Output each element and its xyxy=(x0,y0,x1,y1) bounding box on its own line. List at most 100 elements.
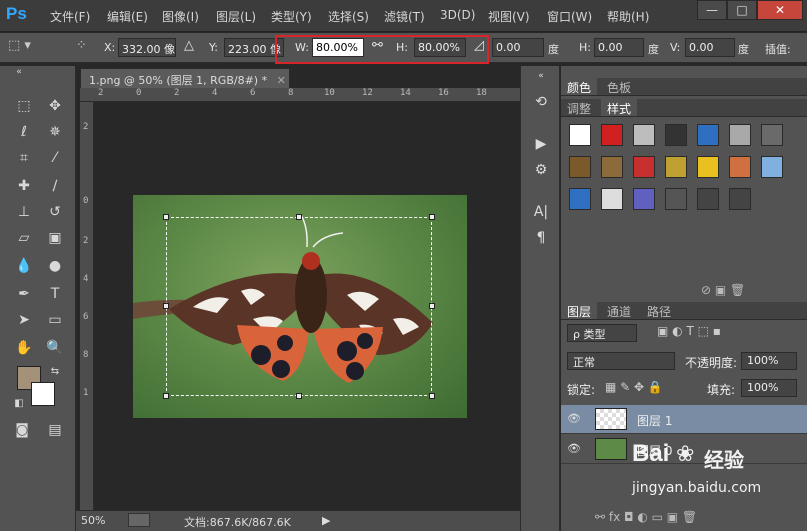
menu-type[interactable]: 类型(Y) xyxy=(271,8,312,25)
hand-tool-icon[interactable]: ✋ xyxy=(13,338,35,358)
tab-color[interactable]: 颜色 xyxy=(561,78,598,95)
fill-field[interactable]: 100% xyxy=(741,379,797,397)
lock-icons[interactable]: ▦ ✎ ✥ 🔒 xyxy=(605,380,663,394)
properties-panel-icon[interactable]: ⚙ xyxy=(531,160,551,180)
style-swatch[interactable] xyxy=(761,156,783,178)
status-arrow-icon[interactable]: ▶ xyxy=(322,514,330,527)
status-icon[interactable] xyxy=(128,513,150,527)
background-color-swatch[interactable] xyxy=(31,382,55,406)
transform-handle[interactable] xyxy=(429,303,435,309)
transform-handle[interactable] xyxy=(163,214,169,220)
tab-paths[interactable]: 路径 xyxy=(641,302,677,319)
eyedropper-tool-icon[interactable]: ⁄ xyxy=(44,148,66,168)
actions-panel-icon[interactable]: ▶ xyxy=(531,134,551,154)
style-swatch[interactable] xyxy=(665,188,687,210)
style-swatch[interactable] xyxy=(761,124,783,146)
style-swatch[interactable] xyxy=(729,188,751,210)
default-colors-icon[interactable]: ◧ xyxy=(8,394,30,414)
transform-handle[interactable] xyxy=(163,303,169,309)
vskew-field[interactable]: 0.00 xyxy=(685,38,735,57)
x-field[interactable]: 332.00 像 xyxy=(118,38,176,57)
style-swatch[interactable] xyxy=(665,124,687,146)
document-tab[interactable]: 1.png @ 50% (图层 1, RGB/8#) * ✕ xyxy=(80,68,290,88)
style-swatch[interactable] xyxy=(633,124,655,146)
visibility-eye-icon[interactable]: 👁 xyxy=(567,442,583,456)
visibility-eye-icon[interactable]: 👁 xyxy=(567,412,583,426)
tab-layers[interactable]: 图层 xyxy=(561,302,598,319)
transform-handle[interactable] xyxy=(296,214,302,220)
brush-tool-icon[interactable]: ∕ xyxy=(44,176,66,196)
restore-button[interactable]: □ xyxy=(727,0,757,20)
eraser-tool-icon[interactable]: ▱ xyxy=(13,228,35,248)
menu-window[interactable]: 窗口(W) xyxy=(547,8,592,25)
close-button[interactable]: ✕ xyxy=(757,0,803,20)
tab-swatches[interactable]: 色板 xyxy=(601,78,637,95)
minimize-button[interactable]: — xyxy=(697,0,727,20)
layer-filter-select[interactable]: ρ 类型 xyxy=(567,324,637,342)
style-swatch[interactable] xyxy=(601,156,623,178)
style-swatch[interactable] xyxy=(697,188,719,210)
style-swatch[interactable] xyxy=(569,188,591,210)
style-swatch[interactable] xyxy=(729,156,751,178)
menu-3d[interactable]: 3D(D) xyxy=(440,8,475,22)
style-swatch[interactable] xyxy=(697,124,719,146)
reference-point-icon[interactable]: ⁘ xyxy=(76,38,87,53)
move-tool-icon[interactable]: ✥ xyxy=(44,96,66,116)
style-swatch[interactable] xyxy=(569,156,591,178)
layer-filter-icons[interactable]: ▣ ◐ T ⬚ ▪ xyxy=(657,324,721,338)
hskew-field[interactable]: 0.00 xyxy=(594,38,644,57)
tab-styles[interactable]: 样式 xyxy=(601,99,638,116)
tab-adjustments[interactable]: 调整 xyxy=(561,99,597,116)
transform-bounding-box[interactable] xyxy=(163,214,435,399)
style-swatch[interactable] xyxy=(729,124,751,146)
menu-view[interactable]: 视图(V) xyxy=(488,8,530,25)
type-tool-icon[interactable]: T xyxy=(44,284,66,304)
quick-mask-icon[interactable]: ◙ xyxy=(11,420,33,440)
style-swatch[interactable] xyxy=(665,156,687,178)
layer-name[interactable]: 图层 1 xyxy=(637,412,672,429)
zoom-level[interactable]: 50% xyxy=(81,514,105,527)
paragraph-panel-icon[interactable]: ¶ xyxy=(531,228,551,248)
history-brush-tool-icon[interactable]: ↺ xyxy=(44,202,66,222)
menu-select[interactable]: 选择(S) xyxy=(328,8,369,25)
style-swatch[interactable] xyxy=(601,124,623,146)
transform-handle[interactable] xyxy=(296,393,302,399)
transform-handle[interactable] xyxy=(429,214,435,220)
pen-tool-icon[interactable]: ✒ xyxy=(13,284,35,304)
blend-mode-select[interactable]: 正常 xyxy=(567,352,675,370)
menu-filter[interactable]: 滤镜(T) xyxy=(384,8,425,25)
transform-handle[interactable] xyxy=(163,393,169,399)
close-tab-icon[interactable]: ✕ xyxy=(277,74,286,87)
tab-channels[interactable]: 通道 xyxy=(601,302,637,319)
style-swatch[interactable] xyxy=(601,188,623,210)
swap-colors-icon[interactable]: ⇆ xyxy=(44,362,66,382)
menu-file[interactable]: 文件(F) xyxy=(50,8,90,25)
menu-edit[interactable]: 编辑(E) xyxy=(107,8,148,25)
transform-tool-icon[interactable]: ⬚ ▾ xyxy=(8,38,31,53)
menu-image[interactable]: 图像(I) xyxy=(162,8,199,25)
relative-position-icon[interactable]: △ xyxy=(184,38,194,53)
style-swatch[interactable] xyxy=(633,188,655,210)
history-panel-icon[interactable]: ⟲ xyxy=(531,92,551,112)
collapse-icon[interactable]: « xyxy=(8,66,30,78)
zoom-tool-icon[interactable]: 🔍 xyxy=(44,338,66,358)
transform-handle[interactable] xyxy=(429,393,435,399)
path-selection-tool-icon[interactable]: ➤ xyxy=(13,310,35,330)
character-panel-icon[interactable]: A| xyxy=(531,202,551,222)
layer-row[interactable]: 👁 图层 1 xyxy=(561,405,807,434)
menu-help[interactable]: 帮助(H) xyxy=(607,8,649,25)
dodge-tool-icon[interactable]: ● xyxy=(44,256,66,276)
opacity-field[interactable]: 100% xyxy=(741,352,797,370)
clone-stamp-tool-icon[interactable]: ⊥ xyxy=(13,202,35,222)
screen-mode-icon[interactable]: ▤ xyxy=(44,420,66,440)
gradient-tool-icon[interactable]: ▣ xyxy=(44,228,66,248)
styles-footer-icons[interactable]: ⊘ ▣ 🗑 xyxy=(701,283,745,297)
menu-layer[interactable]: 图层(L) xyxy=(216,8,256,25)
lasso-tool-icon[interactable]: ℓ xyxy=(13,122,35,142)
magic-wand-tool-icon[interactable]: ✵ xyxy=(44,122,66,142)
blur-tool-icon[interactable]: 💧 xyxy=(13,256,35,276)
style-swatch[interactable] xyxy=(633,156,655,178)
crop-tool-icon[interactable]: ⌗ xyxy=(13,148,35,168)
rectangle-tool-icon[interactable]: ▭ xyxy=(44,310,66,330)
collapse-icon[interactable]: « xyxy=(531,66,551,81)
